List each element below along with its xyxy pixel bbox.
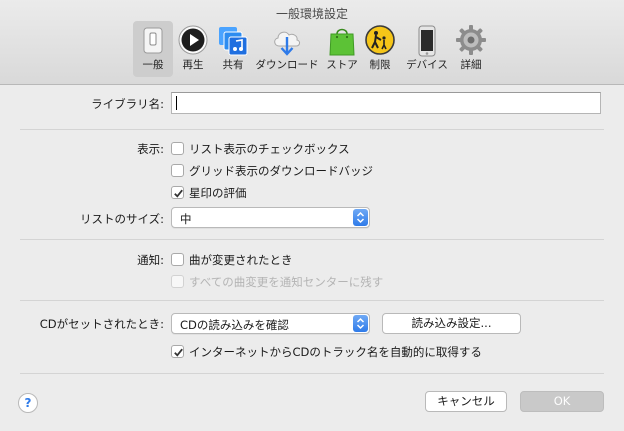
grid-download-badges-label: グリッド表示のダウンロードバッジ [189, 164, 373, 178]
tab-sharing[interactable]: 共有 [215, 21, 251, 77]
display-label: 表示: [137, 142, 164, 156]
general-switch-icon [143, 27, 163, 54]
list-checkboxes-checkbox[interactable] [171, 142, 184, 155]
tab-playback[interactable]: 再生 [175, 21, 211, 77]
list-size-label: リストのサイズ: [79, 212, 164, 226]
import-settings-button[interactable]: 読み込み設定... [382, 313, 521, 334]
shopping-bag-icon [329, 28, 355, 56]
auto-track-names-label: インターネットからCDのトラック名を自動的に取得する [189, 345, 482, 359]
song-change-label: 曲が変更されたとき [189, 253, 293, 267]
tab-label: 共有 [222, 59, 244, 71]
text-caret [176, 96, 177, 110]
separator [20, 239, 604, 240]
tab-label: ダウンロード [255, 59, 319, 71]
help-button[interactable]: ? [18, 393, 38, 413]
preferences-window: 一般環境設定 一般 再生 共有 ダウンロード ストア 制限 デバイス 詳細 ライ… [0, 0, 624, 431]
separator [20, 373, 604, 374]
star-ratings-label: 星印の評価 [189, 186, 247, 200]
tab-store[interactable]: ストア [323, 21, 361, 77]
star-ratings-checkbox[interactable] [171, 186, 184, 199]
tab-general[interactable]: 一般 [133, 21, 173, 77]
list-size-popup[interactable]: 中 [171, 207, 370, 228]
gear-icon [456, 25, 486, 55]
auto-track-names-checkbox[interactable] [171, 345, 184, 358]
cloud-download-icon [274, 31, 300, 56]
iphone-device-icon [418, 25, 436, 57]
keep-in-notification-center-label: すべての曲変更を通知センターに残す [189, 275, 384, 289]
tab-label: 一般 [142, 59, 164, 71]
library-name-label: ライブラリ名: [91, 97, 164, 111]
popup-arrows-icon [353, 315, 368, 332]
checkmark-icon [174, 189, 183, 198]
grid-download-badges-checkbox[interactable] [171, 164, 184, 177]
list-size-value: 中 [180, 212, 192, 226]
checkmark-icon [174, 348, 183, 357]
tab-restrictions[interactable]: 制限 [364, 21, 396, 77]
list-checkboxes-label: リスト表示のチェックボックス [189, 142, 350, 156]
window-title: 一般環境設定 [275, 7, 348, 21]
cancel-button[interactable]: キャンセル [425, 391, 507, 412]
cd-action-popup[interactable]: CDの読み込みを確認 [171, 313, 370, 334]
library-name-field[interactable] [171, 92, 601, 114]
tab-devices[interactable]: デバイス [403, 21, 451, 77]
separator [20, 300, 604, 301]
notifications-label: 通知: [137, 253, 164, 267]
separator [20, 129, 604, 130]
song-change-checkbox[interactable] [171, 253, 184, 266]
cd-insert-label: CDがセットされたとき: [39, 317, 164, 331]
tab-label: 詳細 [460, 59, 482, 71]
tab-label: デバイス [406, 59, 448, 71]
cd-action-value: CDの読み込みを確認 [180, 318, 289, 332]
title-toolbar: 一般環境設定 一般 再生 共有 ダウンロード ストア 制限 デバイス 詳細 [0, 0, 624, 85]
parental-restrictions-icon [365, 25, 395, 55]
tab-downloads[interactable]: ダウンロード [254, 21, 320, 77]
popup-arrows-icon [353, 209, 368, 226]
tab-label: 再生 [182, 59, 204, 71]
play-icon [178, 25, 208, 55]
tab-advanced[interactable]: 詳細 [454, 21, 488, 77]
tab-label: ストア [326, 59, 358, 71]
tab-label: 制限 [369, 59, 391, 71]
shared-library-icon [219, 27, 248, 56]
keep-in-notification-center-checkbox [171, 275, 184, 288]
ok-button[interactable]: OK [520, 391, 604, 412]
